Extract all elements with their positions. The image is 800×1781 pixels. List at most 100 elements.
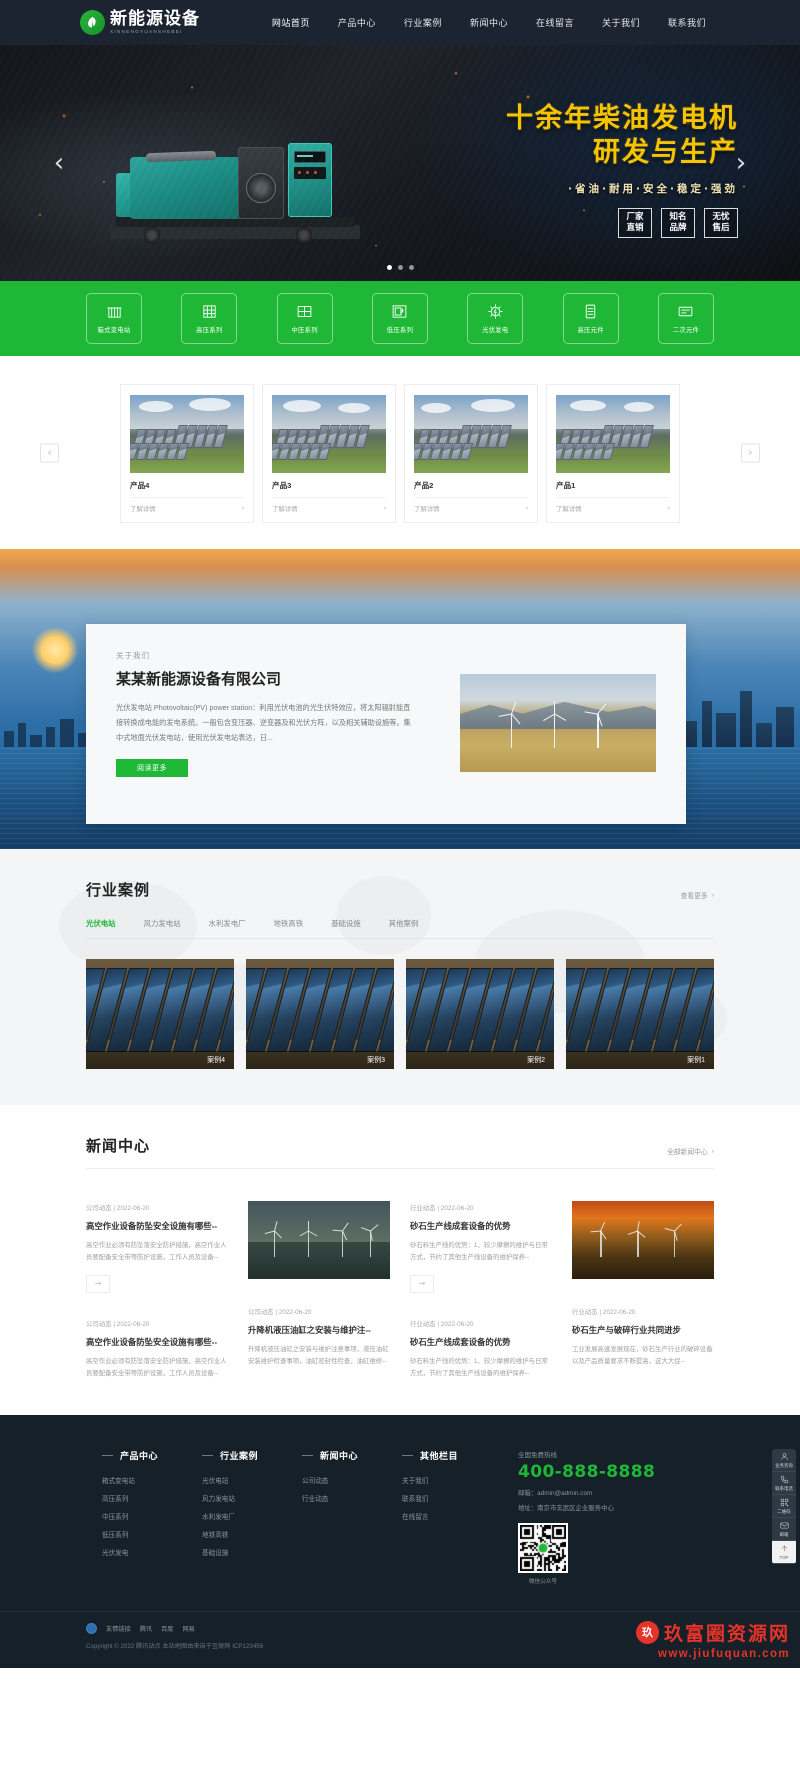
category-low-voltage[interactable]: 低压系列 <box>371 293 428 344</box>
banner-dot-3[interactable] <box>408 265 414 270</box>
footer-link[interactable]: 光伏发电 <box>102 1547 158 1557</box>
product-name: 产品2 <box>414 481 434 490</box>
category-hv-component[interactable]: 高压元件 <box>562 293 619 344</box>
category-label: 高压系列 <box>196 327 223 334</box>
category-substation[interactable]: 箱式变电站 <box>86 293 142 344</box>
product-detail-link[interactable]: 了解详情 › <box>272 497 386 513</box>
product-prev-arrow-icon[interactable]: ‹ <box>40 443 59 462</box>
about-read-more-button[interactable]: 阅读更多 <box>116 759 188 778</box>
case-card[interactable]: 案例2 <box>406 959 554 1069</box>
cases-tab-solar[interactable]: 光伏电站 <box>86 918 116 929</box>
product-card[interactable]: 产品4 了解详情 › <box>120 384 254 523</box>
case-card[interactable]: 案例3 <box>246 959 394 1069</box>
nav-item-about[interactable]: 关于我们 <box>588 16 654 29</box>
chevron-right-icon: › <box>711 891 714 899</box>
footer-link[interactable]: 箱式变电站 <box>102 1475 158 1485</box>
nav-item-cases[interactable]: 行业案例 <box>390 16 456 29</box>
banner-next-arrow-icon[interactable]: › <box>728 150 754 176</box>
cases-title: 行业案例 <box>86 881 151 899</box>
footer-column-title: 其他栏目 <box>420 1450 459 1461</box>
cases-more-link[interactable]: 查看更多 › <box>681 890 714 901</box>
chevron-right-icon: › <box>711 1147 714 1155</box>
product-detail-link[interactable]: 了解详情 › <box>414 497 528 513</box>
back-to-top-button[interactable]: TOP <box>772 1541 796 1564</box>
side-qrcode-button[interactable]: 二维码 <box>772 1495 796 1518</box>
footer-link[interactable]: 光伏电站 <box>202 1475 258 1485</box>
about-title: 某某新能源设备有限公司 <box>116 670 282 688</box>
friendly-link[interactable]: 网易 <box>183 1624 195 1633</box>
category-solar-power[interactable]: 光伏发电 <box>467 293 524 344</box>
product-card[interactable]: 产品2 了解详情 › <box>404 384 538 523</box>
category-secondary-component[interactable]: 二次元件 <box>657 293 714 344</box>
news-headline[interactable]: 砂石生产与破碎行业共同进步 <box>572 1324 714 1336</box>
case-label: 案例2 <box>406 1051 554 1069</box>
cases-tab-other[interactable]: 其他案例 <box>389 918 419 929</box>
footer-link[interactable]: 中压系列 <box>102 1511 158 1521</box>
footer-link[interactable]: 地铁高铁 <box>202 1529 258 1539</box>
friendly-link[interactable]: 百度 <box>161 1624 173 1633</box>
chevron-right-icon: › <box>667 505 670 512</box>
news-headline[interactable]: 升降机液压油缸之安装与维护注-- <box>248 1324 390 1336</box>
news-item[interactable]: 行业动态 | 2022-06-20 砂石生产线成套设备的优势 砂石料生产线的优势… <box>410 1191 552 1293</box>
cases-tab-hydro[interactable]: 水利发电厂 <box>209 918 246 929</box>
banner-badges: 厂家 直销 知名 品牌 无忧 售后 <box>506 207 738 238</box>
cases-tab-rail[interactable]: 地铁高铁 <box>274 918 304 929</box>
case-card[interactable]: 案例4 <box>86 959 234 1069</box>
category-medium-voltage[interactable]: 中压系列 <box>276 293 333 344</box>
product-detail-link[interactable]: 了解详情 › <box>556 497 670 513</box>
news-item[interactable]: 行业动态 | 2022-06-20 砂石生产线成套设备的优势 砂石料生产线的优势… <box>410 1307 552 1381</box>
news-item[interactable]: 行业动态 | 2022-06-20 砂石生产与破碎行业共同进步 工业发展高速发展… <box>572 1295 714 1369</box>
product-card[interactable]: 产品3 了解详情 › <box>262 384 396 523</box>
about-card: 关于我们 某某新能源设备有限公司 光伏发电站 Photovoltaic(PV) … <box>86 624 686 824</box>
high-voltage-part-icon <box>582 303 599 322</box>
side-mail-button[interactable]: 邮箱 <box>772 1518 796 1541</box>
footer-link[interactable]: 高压系列 <box>102 1493 158 1503</box>
banner-dot-1[interactable] <box>386 265 392 270</box>
nav-item-products[interactable]: 产品中心 <box>324 16 390 29</box>
banner-dot-2[interactable] <box>397 265 403 270</box>
product-next-arrow-icon[interactable]: › <box>741 443 760 462</box>
news-item[interactable]: 公司动态 | 2022-06-20 高空作业设备防坠安全设施有哪些-- 高空作业… <box>86 1191 228 1293</box>
site-logo[interactable]: 新能源设备 XINNENGYUANSHEBEI <box>80 10 200 35</box>
news-arrow-icon[interactable]: → <box>410 1274 434 1293</box>
footer-link[interactable]: 基础设施 <box>202 1547 258 1557</box>
footer-link[interactable]: 水利发电厂 <box>202 1511 258 1521</box>
footer-link[interactable]: 关于我们 <box>402 1475 458 1485</box>
side-consult-button[interactable]: 业务咨询 <box>772 1449 796 1472</box>
cases-tab-wind[interactable]: 风力发电站 <box>144 918 181 929</box>
product-card[interactable]: 产品1 了解详情 › <box>546 384 680 523</box>
footer-link[interactable]: 风力发电站 <box>202 1493 258 1503</box>
category-high-voltage[interactable]: 高压系列 <box>181 293 238 344</box>
footer-contact: 全国免费热线 400-888-8888 邮箱：admin@admin.com 地… <box>518 1449 714 1585</box>
banner-prev-arrow-icon[interactable]: ‹ <box>46 150 72 176</box>
side-label: 联系电话 <box>775 1485 793 1491</box>
news-headline[interactable]: 高空作业设备防坠安全设施有哪些-- <box>86 1220 228 1232</box>
phone-icon <box>780 1475 789 1485</box>
case-card[interactable]: 案例1 <box>566 959 714 1069</box>
news-item[interactable]: 公司动态 | 2022-06-20 高空作业设备防坠安全设施有哪些-- 高空作业… <box>86 1307 228 1381</box>
news-headline[interactable]: 高空作业设备防坠安全设施有哪些-- <box>86 1336 228 1348</box>
nav-item-contact[interactable]: 联系我们 <box>654 16 720 29</box>
news-grid: 公司动态 | 2022-06-20 高空作业设备防坠安全设施有哪些-- 高空作业… <box>86 1191 714 1381</box>
news-summary: 高空作业必须有防坠落安全防护措施，高空作业人员要配备安全带等防护设施，工作人员及… <box>86 1357 227 1378</box>
news-headline[interactable]: 砂石生产线成套设备的优势 <box>410 1336 552 1348</box>
news-summary: 砂石料生产线的优势：1、较少摩擦的维护与日常方式，节约了其他生产线设备的维护保养… <box>410 1242 548 1262</box>
nav-item-news[interactable]: 新闻中心 <box>456 16 522 29</box>
footer-link[interactable]: 公司动态 <box>302 1475 358 1485</box>
footer-link[interactable]: 联系我们 <box>402 1493 458 1503</box>
footer-link[interactable]: 行业动态 <box>302 1493 358 1503</box>
cases-tab-infra[interactable]: 基础设施 <box>331 918 361 929</box>
news-headline[interactable]: 砂石生产线成套设备的优势 <box>410 1220 552 1232</box>
footer-link[interactable]: 低压系列 <box>102 1529 158 1539</box>
news-item[interactable]: 公司动态 | 2022-06-20 升降机液压油缸之安装与维护注-- 升降机液压… <box>248 1295 390 1369</box>
nav-item-message[interactable]: 在线留言 <box>522 16 588 29</box>
product-detail-link[interactable]: 了解详情 › <box>130 497 244 513</box>
footer-link[interactable]: 在线留言 <box>402 1511 458 1521</box>
dash-icon <box>402 1454 414 1456</box>
friendly-link[interactable]: 腾讯 <box>140 1624 152 1633</box>
side-phone-button[interactable]: 联系电话 <box>772 1472 796 1495</box>
nav-item-home[interactable]: 网站首页 <box>258 16 324 29</box>
news-arrow-icon[interactable]: → <box>86 1274 110 1293</box>
product-detail-label: 了解详情 <box>556 506 582 513</box>
news-more-link[interactable]: 全部新闻中心 › <box>667 1146 714 1157</box>
